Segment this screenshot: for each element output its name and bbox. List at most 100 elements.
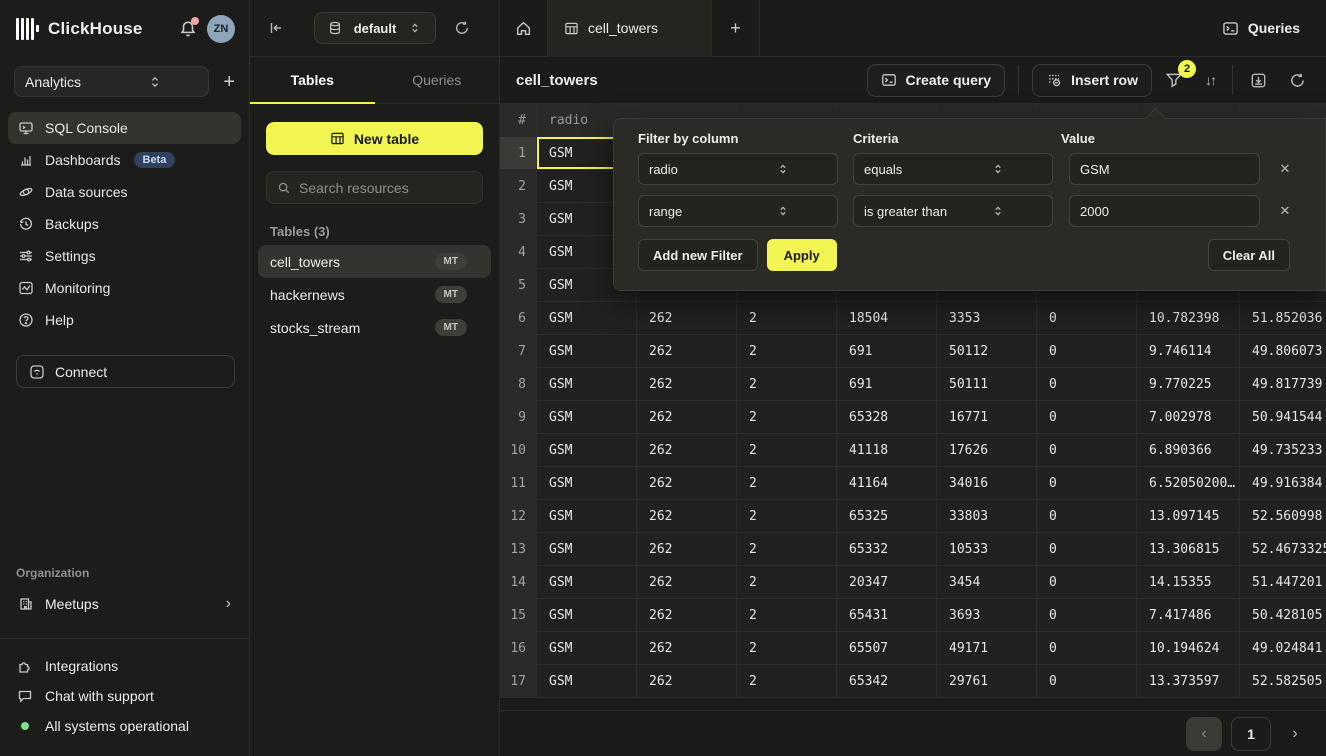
table-cell[interactable]: 2	[737, 368, 837, 401]
avatar[interactable]: ZN	[207, 15, 235, 43]
table-cell[interactable]: 3693	[937, 599, 1037, 632]
table-cell[interactable]: GSM	[537, 434, 637, 467]
table-cell[interactable]: GSM	[537, 599, 637, 632]
search-resources[interactable]	[266, 171, 483, 204]
table-row[interactable]: 11GSM2622411643401606.52050200…49.916384	[500, 467, 1326, 500]
table-cell[interactable]: 262	[637, 368, 737, 401]
current-page[interactable]: 1	[1231, 717, 1271, 751]
table-cell[interactable]: 691	[837, 335, 937, 368]
sidebar-item-monitoring[interactable]: Monitoring	[8, 272, 241, 304]
table-cell[interactable]: 10533	[937, 533, 1037, 566]
filter-value-input[interactable]	[1069, 153, 1260, 185]
sidebar-item-help[interactable]: Help	[8, 304, 241, 336]
refresh-button[interactable]	[1285, 68, 1310, 93]
clear-all-button[interactable]: Clear All	[1208, 239, 1290, 271]
table-cell[interactable]: 0	[1037, 467, 1137, 500]
table-cell[interactable]: 262	[637, 401, 737, 434]
apply-button[interactable]: Apply	[767, 239, 837, 271]
table-cell[interactable]: 262	[637, 467, 737, 500]
table-cell[interactable]: 51.852036	[1240, 302, 1326, 335]
table-cell[interactable]: GSM	[537, 500, 637, 533]
table-row[interactable]: 12GSM26226532533803013.09714552.560998	[500, 500, 1326, 533]
table-cell[interactable]: 50111	[937, 368, 1037, 401]
remove-filter-icon[interactable]: ✕	[1272, 153, 1298, 185]
sidebar-item-settings[interactable]: Settings	[8, 240, 241, 272]
table-cell[interactable]: 13.097145	[1137, 500, 1240, 533]
table-cell[interactable]: 17626	[937, 434, 1037, 467]
table-cell[interactable]: 65431	[837, 599, 937, 632]
table-cell[interactable]: 49.024841	[1240, 632, 1326, 665]
system-status[interactable]: All systems operational	[0, 711, 249, 741]
table-cell[interactable]: 52.4673325	[1240, 533, 1326, 566]
home-button[interactable]	[500, 0, 548, 57]
table-cell[interactable]: 50.428105	[1240, 599, 1326, 632]
add-filter-button[interactable]: Add new Filter	[638, 239, 758, 271]
table-cell[interactable]: 34016	[937, 467, 1037, 500]
add-workspace-button[interactable]: +	[223, 72, 235, 92]
table-cell[interactable]: GSM	[537, 665, 637, 698]
table-cell[interactable]: 29761	[937, 665, 1037, 698]
table-cell[interactable]: 14.15355	[1137, 566, 1240, 599]
table-list-item[interactable]: hackernews MT	[258, 278, 491, 311]
table-row[interactable]: 13GSM26226533210533013.30681552.4673325	[500, 533, 1326, 566]
table-cell[interactable]: 13.306815	[1137, 533, 1240, 566]
queries-button[interactable]: Queries	[1222, 20, 1300, 37]
table-cell[interactable]: 65328	[837, 401, 937, 434]
table-cell[interactable]: GSM	[537, 533, 637, 566]
table-cell[interactable]: GSM	[537, 632, 637, 665]
sort-button[interactable]: ↓↑	[1201, 68, 1219, 92]
prev-page-button[interactable]: ‹	[1186, 717, 1222, 751]
search-input[interactable]	[299, 180, 472, 196]
table-row[interactable]: 16GSM26226550749171010.19462449.024841	[500, 632, 1326, 665]
table-cell[interactable]: 13.373597	[1137, 665, 1240, 698]
table-cell[interactable]: 65507	[837, 632, 937, 665]
table-cell[interactable]: GSM	[537, 302, 637, 335]
table-cell[interactable]: 50.941544	[1240, 401, 1326, 434]
table-cell[interactable]: 2	[737, 302, 837, 335]
table-cell[interactable]: 50112	[937, 335, 1037, 368]
tab-tables[interactable]: Tables	[250, 57, 375, 103]
table-cell[interactable]: 262	[637, 566, 737, 599]
table-cell[interactable]: 18504	[837, 302, 937, 335]
table-cell[interactable]: 49.916384	[1240, 467, 1326, 500]
table-cell[interactable]: 262	[637, 599, 737, 632]
table-cell[interactable]: 65342	[837, 665, 937, 698]
table-cell[interactable]: 9.746114	[1137, 335, 1240, 368]
table-cell[interactable]: 0	[1037, 434, 1137, 467]
tab-queries[interactable]: Queries	[375, 57, 500, 103]
table-cell[interactable]: 691	[837, 368, 937, 401]
table-cell[interactable]: 0	[1037, 632, 1137, 665]
table-cell[interactable]: GSM	[537, 401, 637, 434]
new-tab-button[interactable]: +	[712, 0, 760, 57]
table-cell[interactable]: 262	[637, 632, 737, 665]
table-cell[interactable]: 49.735233	[1240, 434, 1326, 467]
table-cell[interactable]: 49.817739	[1240, 368, 1326, 401]
table-cell[interactable]: 10.782398	[1137, 302, 1240, 335]
table-cell[interactable]: 2	[737, 566, 837, 599]
table-cell[interactable]: 2	[737, 335, 837, 368]
table-cell[interactable]: 2	[737, 665, 837, 698]
create-query-button[interactable]: Create query	[867, 64, 1006, 97]
sidebar-item-backups[interactable]: Backups	[8, 208, 241, 240]
table-cell[interactable]: 262	[637, 302, 737, 335]
sidebar-item-sql-console[interactable]: SQL Console	[8, 112, 241, 144]
table-cell[interactable]: 33803	[937, 500, 1037, 533]
table-cell[interactable]: 49171	[937, 632, 1037, 665]
filter-value-input[interactable]	[1069, 195, 1260, 227]
table-cell[interactable]: 0	[1037, 335, 1137, 368]
table-cell[interactable]: 2	[737, 599, 837, 632]
table-cell[interactable]: 0	[1037, 302, 1137, 335]
table-cell[interactable]: 0	[1037, 533, 1137, 566]
table-row[interactable]: 15GSM262265431369307.41748650.428105	[500, 599, 1326, 632]
table-row[interactable]: 8GSM26226915011109.77022549.817739	[500, 368, 1326, 401]
insert-row-button[interactable]: Insert row	[1032, 64, 1152, 97]
table-cell[interactable]: 2	[737, 401, 837, 434]
workspace-select[interactable]: Analytics	[14, 66, 209, 97]
collapse-panel-icon[interactable]	[268, 20, 284, 36]
table-row[interactable]: 9GSM2622653281677107.00297850.941544	[500, 401, 1326, 434]
table-cell[interactable]: 6.52050200…	[1137, 467, 1240, 500]
filter-criteria-select[interactable]: equals	[853, 153, 1053, 185]
table-cell[interactable]: 0	[1037, 566, 1137, 599]
table-cell[interactable]: 2	[737, 434, 837, 467]
table-row[interactable]: 17GSM26226534229761013.37359752.582505	[500, 665, 1326, 698]
